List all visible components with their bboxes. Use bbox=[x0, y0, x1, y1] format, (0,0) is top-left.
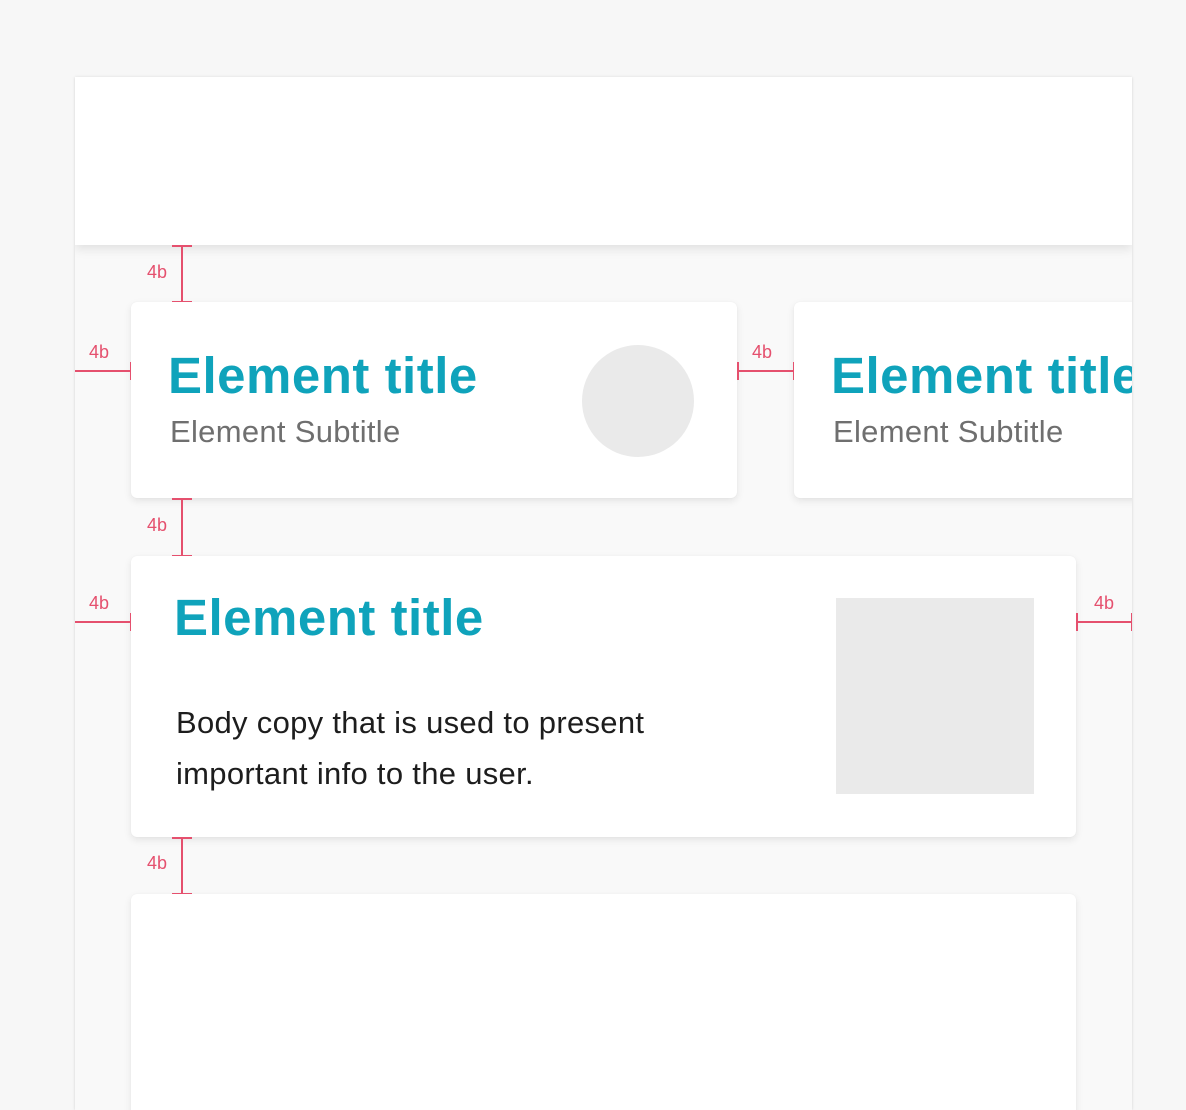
measure-cap bbox=[1076, 613, 1078, 631]
spacing-label: 4b bbox=[1094, 593, 1115, 613]
card-body: Body copy that is used to present import… bbox=[176, 697, 644, 799]
measure-cap bbox=[172, 498, 192, 500]
measure-cap bbox=[172, 837, 192, 839]
measure-cap bbox=[1130, 613, 1132, 631]
spacing-indicator: 4b bbox=[147, 837, 192, 894]
measure-cap bbox=[737, 362, 739, 380]
spacing-label: 4b bbox=[147, 515, 168, 535]
spacing-indicator: 4b bbox=[147, 498, 192, 556]
card-title: Element title bbox=[174, 589, 484, 646]
spacing-indicator: 4b bbox=[147, 245, 192, 302]
spacing-indicator: 4b bbox=[75, 342, 131, 380]
body-line: Body copy that is used to present bbox=[176, 705, 645, 740]
screen-frame: Element title Element Subtitle Element t… bbox=[75, 77, 1132, 1110]
measure-line bbox=[181, 498, 183, 556]
measure-line bbox=[75, 370, 131, 372]
empty-card[interactable] bbox=[131, 894, 1076, 1110]
measure-line bbox=[737, 370, 794, 372]
spacing-label: 4b bbox=[147, 262, 168, 282]
measure-cap bbox=[129, 613, 131, 631]
measure-cap bbox=[172, 300, 192, 302]
spacing-indicator: 4b bbox=[1076, 593, 1132, 631]
spacing-indicator: 4b bbox=[737, 342, 794, 380]
spacing-label: 4b bbox=[89, 593, 110, 613]
measure-line bbox=[1076, 621, 1132, 623]
measure-line bbox=[75, 621, 131, 623]
small-card[interactable]: Element title Element Subtitle bbox=[794, 302, 1132, 498]
measure-cap bbox=[172, 554, 192, 556]
app-header bbox=[75, 77, 1132, 245]
measure-cap bbox=[792, 362, 794, 380]
wide-card[interactable]: Element title Body copy that is used to … bbox=[131, 556, 1076, 837]
spacing-indicator: 4b bbox=[75, 593, 131, 631]
spacing-label: 4b bbox=[89, 342, 110, 362]
measure-line bbox=[181, 245, 183, 302]
card-title: Element title bbox=[831, 347, 1132, 404]
card-title: Element title bbox=[168, 347, 478, 404]
measure-cap bbox=[172, 245, 192, 247]
measure-line bbox=[181, 837, 183, 894]
spacing-label: 4b bbox=[752, 342, 773, 362]
small-card[interactable]: Element title Element Subtitle bbox=[131, 302, 737, 498]
measure-cap bbox=[172, 892, 192, 894]
spacing-label: 4b bbox=[147, 853, 168, 873]
measure-cap bbox=[129, 362, 131, 380]
card-subtitle: Element Subtitle bbox=[833, 414, 1064, 449]
image-placeholder bbox=[836, 598, 1034, 794]
card-subtitle: Element Subtitle bbox=[170, 414, 401, 449]
avatar-placeholder bbox=[582, 345, 694, 457]
body-line: important info to the user. bbox=[176, 756, 534, 791]
